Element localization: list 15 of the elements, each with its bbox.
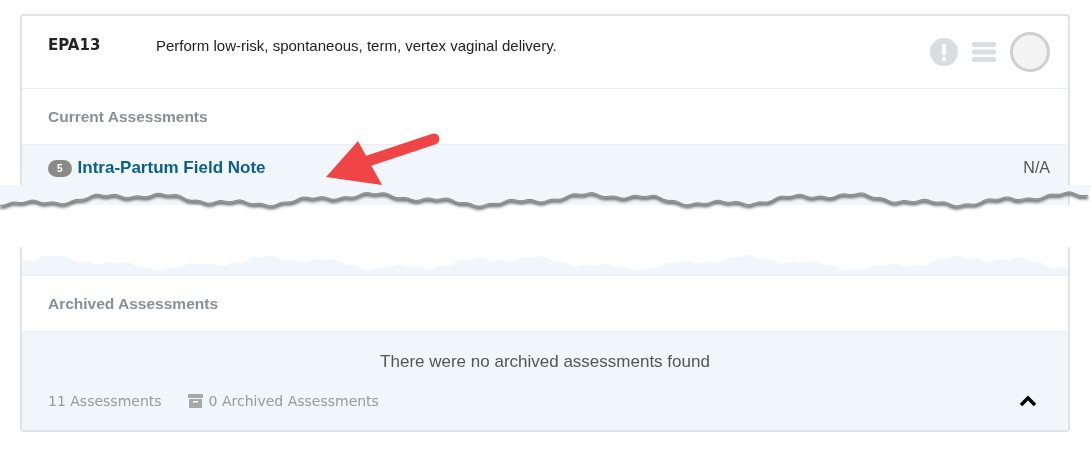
archive-box-icon <box>187 394 203 408</box>
alert-icon[interactable] <box>930 38 958 66</box>
assessment-value: N/A <box>1023 159 1050 177</box>
epa-title: Perform low-risk, spontaneous, term, vertex vaginal delivery. <box>156 36 558 54</box>
count-badge: 5 <box>48 159 72 177</box>
archived-count: 0 Archived Assessments <box>208 393 379 409</box>
empty-message: There were no archived assessments found <box>380 352 710 372</box>
section-heading: Archived Assessments <box>48 294 218 313</box>
assessment-link[interactable]: Intra-Partum Field Note <box>77 158 1024 178</box>
section-heading: Current Assessments <box>48 107 208 126</box>
collapse-toggle[interactable] <box>1018 394 1038 408</box>
menu-icon[interactable] <box>972 41 996 63</box>
epa-code: EPA13 <box>48 36 102 54</box>
progress-ring-icon <box>1010 32 1050 72</box>
assessment-count: 11 Assessments <box>48 393 162 409</box>
